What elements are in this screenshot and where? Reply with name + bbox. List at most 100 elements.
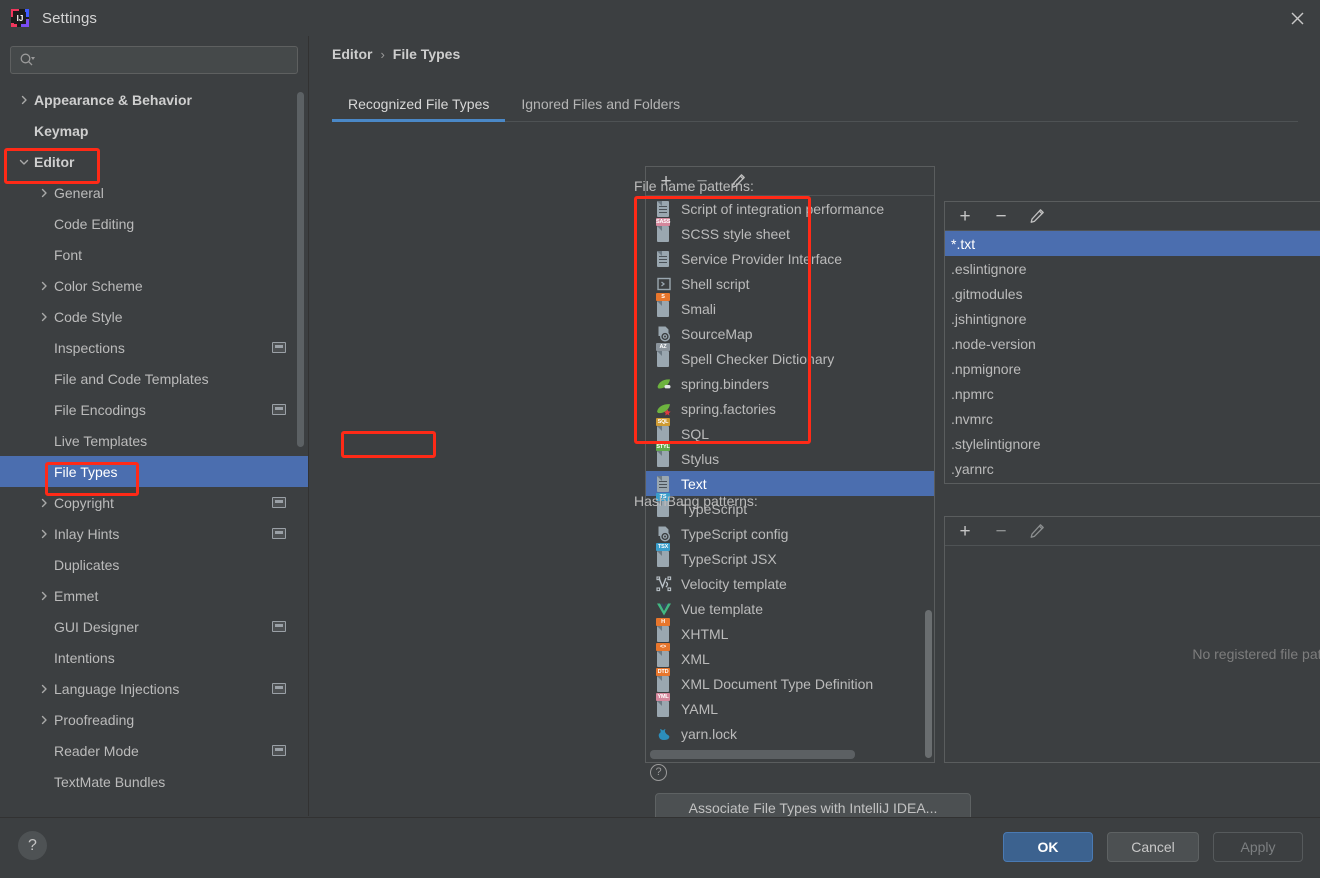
- sidebar-item-label: General: [54, 184, 104, 201]
- sidebar-item-color-scheme[interactable]: Color Scheme: [0, 270, 308, 301]
- help-button[interactable]: ?: [18, 831, 47, 860]
- sidebar-item-label: Language Injections: [54, 680, 180, 697]
- file-pattern-row[interactable]: .npmignore: [945, 356, 1320, 381]
- file-type-row[interactable]: STYL Stylus: [646, 442, 934, 471]
- file-type-row[interactable]: TSX TypeScript JSX: [646, 542, 934, 571]
- file-type-label: Text: [681, 475, 707, 492]
- file-type-row[interactable]: Velocity template: [646, 571, 934, 596]
- sidebar-scrollbar-thumb[interactable]: [297, 92, 304, 447]
- tab-ignored-files-and-folders[interactable]: Ignored Files and Folders: [505, 86, 696, 121]
- sidebar-item-reader-mode[interactable]: Reader Mode: [0, 735, 308, 766]
- tab-recognized-file-types[interactable]: Recognized File Types: [332, 86, 506, 122]
- file-type-row[interactable]: TypeScript config: [646, 521, 934, 546]
- help-circle-icon[interactable]: ?: [650, 764, 667, 781]
- module-scope-badge-icon: [272, 342, 286, 353]
- ok-button[interactable]: OK: [1003, 832, 1093, 862]
- spring-leaf-star-icon: [656, 401, 672, 417]
- file-type-list-hscrollbar-thumb[interactable]: [650, 750, 855, 759]
- file-pattern-row[interactable]: .jshintignore: [945, 306, 1320, 331]
- sidebar-item-proofreading[interactable]: Proofreading: [0, 704, 308, 735]
- recognized-file-types-panel: + − Script of integration performance SAS…: [645, 166, 935, 763]
- file-pattern-label: .npmrc: [951, 385, 994, 402]
- file-pattern-row[interactable]: *.txt: [945, 231, 1320, 256]
- cancel-button[interactable]: Cancel: [1107, 832, 1199, 862]
- chevron-right-icon: [36, 495, 52, 511]
- add-hashbang-button[interactable]: +: [955, 521, 975, 541]
- file-type-row[interactable]: Shell script: [646, 271, 934, 296]
- pencil-icon[interactable]: [1027, 206, 1047, 226]
- sidebar-item-general[interactable]: General: [0, 177, 308, 208]
- sidebar-item-duplicates[interactable]: Duplicates: [0, 549, 308, 580]
- sidebar-item-file-types[interactable]: File Types: [0, 456, 308, 487]
- remove-hashbang-button[interactable]: −: [991, 521, 1011, 541]
- close-icon[interactable]: [1274, 0, 1320, 36]
- apply-button[interactable]: Apply: [1213, 832, 1303, 862]
- file-type-row[interactable]: Vue template: [646, 596, 934, 621]
- file-type-row[interactable]: spring.factories: [646, 396, 934, 421]
- sidebar-item-code-editing[interactable]: Code Editing: [0, 208, 308, 239]
- sidebar-item-appearance-behavior[interactable]: Appearance & Behavior: [0, 84, 308, 115]
- file-pattern-label: .npmignore: [951, 360, 1022, 377]
- sidebar-item-font[interactable]: Font: [0, 239, 308, 270]
- sidebar-item-file-encodings[interactable]: File Encodings: [0, 394, 308, 425]
- pencil-icon[interactable]: [1027, 521, 1047, 541]
- sidebar-item-live-templates[interactable]: Live Templates: [0, 425, 308, 456]
- file-type-row[interactable]: SASS SCSS style sheet: [646, 217, 934, 246]
- hashbang-pattern-list[interactable]: No registered file patterns: [945, 546, 1320, 762]
- file-type-label: TypeScript JSX: [681, 550, 777, 567]
- file-pattern-row[interactable]: .eslintignore: [945, 256, 1320, 281]
- file-type-label: Velocity template: [681, 575, 787, 592]
- file-type-row[interactable]: yarn.lock: [646, 721, 934, 746]
- add-pattern-button[interactable]: +: [955, 206, 975, 226]
- tab-bar: Recognized File Types Ignored Files and F…: [332, 86, 1298, 122]
- search-input[interactable]: [10, 46, 298, 74]
- file-pattern-row[interactable]: .gitmodules: [945, 281, 1320, 306]
- file-type-list[interactable]: Script of integration performance SASS SCS…: [646, 196, 934, 762]
- sidebar-item-file-and-code-templates[interactable]: File and Code Templates: [0, 363, 308, 394]
- sidebar-item-label: Intentions: [54, 649, 115, 666]
- file-type-row[interactable]: AZ Spell Checker Dictionary: [646, 342, 934, 371]
- sidebar-item-editor[interactable]: Editor: [0, 146, 308, 177]
- file-type-row[interactable]: DTD XML Document Type Definition: [646, 667, 934, 696]
- file-pattern-label: *.txt: [951, 235, 976, 252]
- breadcrumb-parent[interactable]: Editor: [332, 46, 372, 62]
- file-type-row[interactable]: Service Provider Interface: [646, 246, 934, 271]
- sidebar-item-keymap[interactable]: Keymap: [0, 115, 308, 146]
- sidebar-item-textmate-bundles[interactable]: TextMate Bundles: [0, 766, 308, 797]
- file-pattern-row[interactable]: .stylelintignore: [945, 431, 1320, 456]
- file-pattern-row[interactable]: .node-version: [945, 331, 1320, 356]
- file-type-row[interactable]: Script of integration performance: [646, 196, 934, 221]
- sidebar-item-emmet[interactable]: Emmet: [0, 580, 308, 611]
- file-type-row[interactable]: spring.binders: [646, 371, 934, 396]
- file-pattern-row[interactable]: .yarnrc: [945, 456, 1320, 481]
- file-type-row[interactable]: SQL SQL: [646, 417, 934, 446]
- sidebar-item-intentions[interactable]: Intentions: [0, 642, 308, 673]
- sidebar-item-gui-designer[interactable]: GUI Designer: [0, 611, 308, 642]
- svg-text:IJ: IJ: [17, 14, 24, 23]
- sidebar-item-inlay-hints[interactable]: Inlay Hints: [0, 518, 308, 549]
- file-type-row[interactable]: H XHTML: [646, 617, 934, 646]
- file-pattern-label: .node-version: [951, 335, 1036, 352]
- file-pattern-row[interactable]: .npmrc: [945, 381, 1320, 406]
- sidebar-item-copyright[interactable]: Copyright: [0, 487, 308, 518]
- sidebar-item-code-style[interactable]: Code Style: [0, 301, 308, 332]
- sidebar-item-language-injections[interactable]: Language Injections: [0, 673, 308, 704]
- file-type-row[interactable]: YML YAML: [646, 692, 934, 721]
- velocity-template-icon: [656, 575, 672, 592]
- file-pattern-row[interactable]: .nvmrc: [945, 406, 1320, 431]
- config-gear-file-icon: [656, 526, 672, 542]
- file-type-row[interactable]: S Smali: [646, 292, 934, 321]
- search-icon: [19, 52, 35, 68]
- chevron-right-icon: [36, 712, 52, 728]
- file-type-row[interactable]: SourceMap: [646, 321, 934, 346]
- remove-pattern-button[interactable]: −: [991, 206, 1011, 226]
- file-name-pattern-list[interactable]: *.txt .eslintignore .gitmodules .jshintigno…: [945, 231, 1320, 483]
- file-pattern-label: .jshintignore: [951, 310, 1027, 327]
- file-type-list-vscrollbar-thumb[interactable]: [925, 610, 932, 758]
- file-type-label: Vue template: [681, 600, 763, 617]
- file-tag-icon: SASS: [656, 217, 672, 242]
- module-scope-badge-icon: [272, 528, 286, 539]
- file-tag-icon: S: [656, 292, 672, 317]
- file-type-row[interactable]: <> XML: [646, 642, 934, 671]
- sidebar-item-inspections[interactable]: Inspections: [0, 332, 308, 363]
